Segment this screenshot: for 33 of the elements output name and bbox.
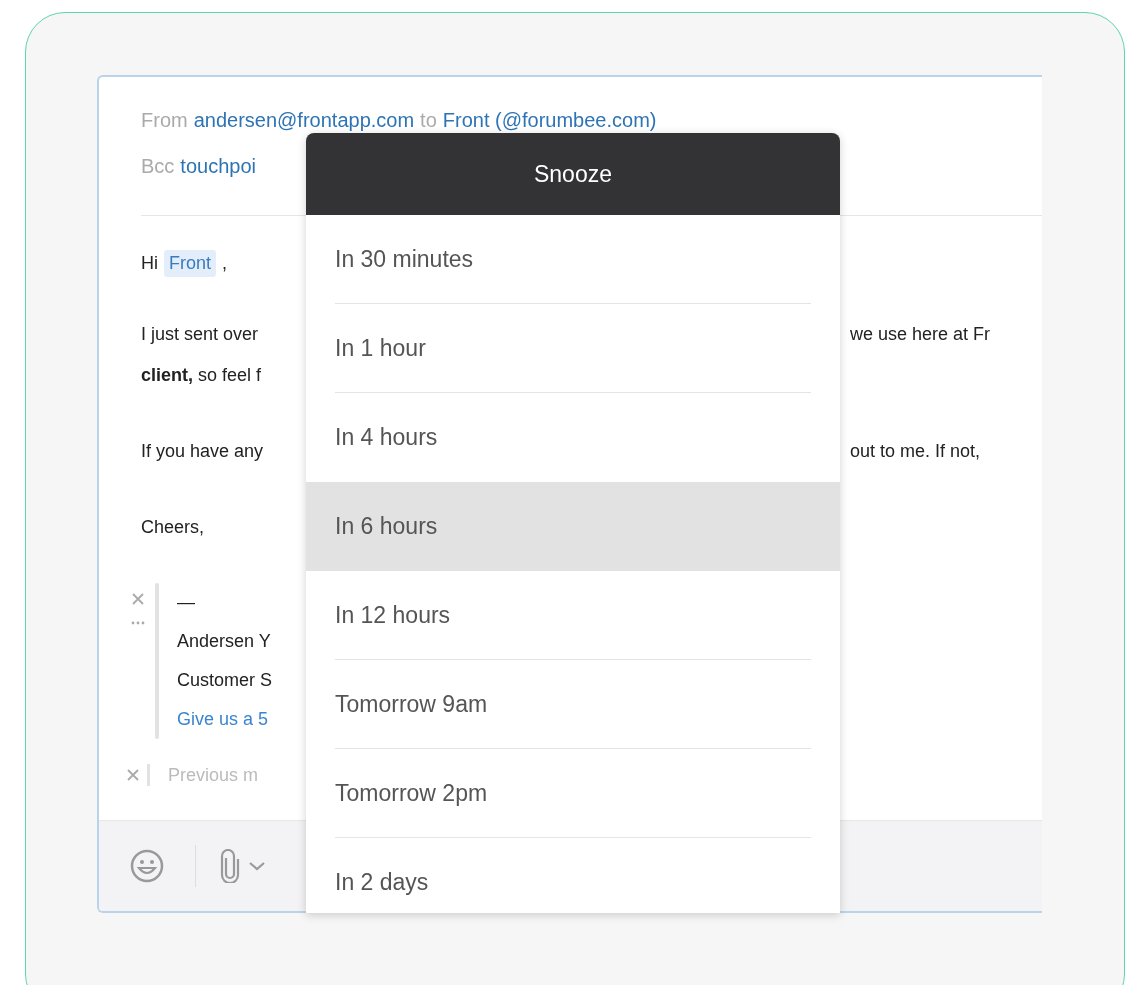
ellipsis-icon[interactable] <box>131 621 145 625</box>
body-text: we use here at Fr <box>850 324 992 345</box>
menu-item[interactable]: In 6 hours <box>306 482 840 571</box>
body-text: Cheers, <box>141 517 206 538</box>
sender-address[interactable]: andersen@frontapp.com <box>193 108 415 132</box>
chevron-down-icon[interactable] <box>248 860 266 872</box>
body-text: If you have any <box>141 441 265 462</box>
body-text: I just sent over <box>141 324 260 345</box>
close-icon[interactable] <box>127 769 139 781</box>
body-text: client, so feel f <box>141 365 263 386</box>
menu-item[interactable]: In 12 hours <box>306 571 840 660</box>
mention-tag[interactable]: Front <box>164 249 216 277</box>
signature-link[interactable]: Give us a 5 <box>177 700 273 739</box>
to-label: to <box>420 108 437 132</box>
recipient-address[interactable]: Front (@forumbee.com) <box>442 108 657 132</box>
menu-item[interactable]: Tomorrow 9am <box>306 660 840 749</box>
signature-text: Customer S <box>177 669 273 692</box>
menu-item[interactable]: In 4 hours <box>306 393 840 482</box>
smiley-icon[interactable] <box>129 848 165 884</box>
greeting-punctuation: , <box>222 252 228 274</box>
menu-item[interactable]: In 1 hour <box>306 304 840 393</box>
from-label: From <box>141 108 188 132</box>
bcc-address[interactable]: touchpoi <box>180 154 256 178</box>
signature-text: — <box>177 591 196 614</box>
greeting-text: Hi <box>141 252 158 274</box>
body-text: out to me. If not, <box>850 441 982 462</box>
signature-text: Andersen Y <box>177 630 272 653</box>
paperclip-icon[interactable] <box>220 849 240 883</box>
bcc-label: Bcc <box>141 154 175 178</box>
menu-item[interactable]: In 30 minutes <box>306 215 840 304</box>
close-icon[interactable] <box>132 593 144 605</box>
menu-item[interactable]: Tomorrow 2pm <box>306 749 840 838</box>
menu-title: Snooze <box>306 133 840 215</box>
